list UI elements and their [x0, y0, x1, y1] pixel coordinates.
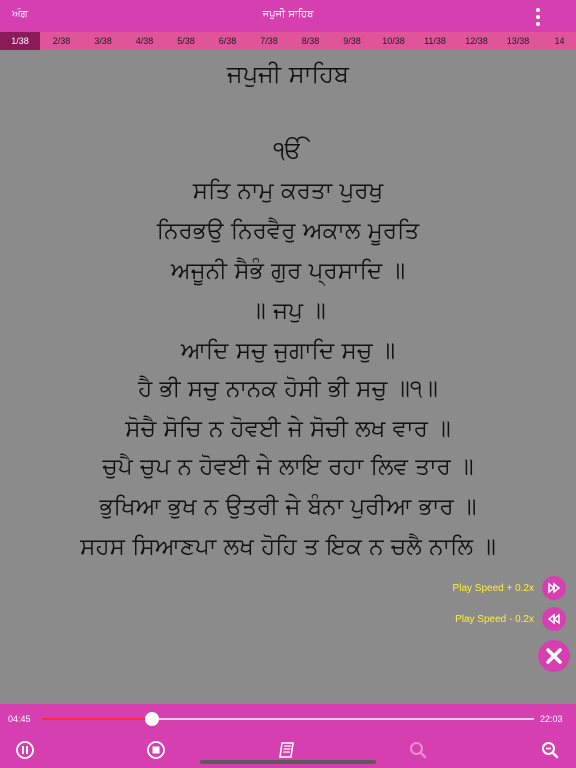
tab-6[interactable]: 6/38	[208, 32, 248, 50]
progress-fill	[42, 718, 152, 720]
tab-10[interactable]: 10/38	[374, 32, 414, 50]
pause-icon[interactable]	[11, 736, 39, 764]
elapsed-time: 04:45	[8, 714, 31, 724]
tab-9[interactable]: 9/38	[332, 32, 372, 50]
tab-12[interactable]: 12/38	[457, 32, 497, 50]
rewind-icon[interactable]	[542, 607, 566, 631]
tab-11[interactable]: 11/38	[415, 32, 455, 50]
close-icon[interactable]	[538, 640, 570, 672]
page-title: ਜਪੁਜੀ ਸਾਹਿਬ	[262, 9, 314, 20]
more-vertical-icon[interactable]	[530, 8, 546, 26]
tab-14[interactable]: 14	[540, 32, 576, 50]
tab-7[interactable]: 7/38	[249, 32, 289, 50]
fast-forward-icon[interactable]	[542, 576, 566, 600]
gurbani-line: ਸੋਚੈ ਸੋਚਿ ਨ ਹੋਵਈ ਜੇ ਸੋਚੀ ਲਖ ਵਾਰ ॥	[125, 416, 451, 442]
speed-up-row: Play Speed + 0.2x	[453, 576, 566, 600]
gurbani-line: ॥ ਜਪੁ ॥	[250, 298, 326, 324]
tab-3[interactable]: 3/38	[83, 32, 123, 50]
progress-slider[interactable]	[42, 712, 534, 726]
total-time: 22:03	[540, 714, 563, 724]
gurbani-line: ਸਹਸ ਸਿਆਣਪਾ ਲਖ ਹੋਹਿ ਤ ਇਕ ਨ ਚਲੈ ਨਾਲਿ ॥	[80, 534, 496, 560]
tab-5[interactable]: 5/38	[166, 32, 206, 50]
tab-4[interactable]: 4/38	[125, 32, 165, 50]
search-disabled-icon	[404, 736, 432, 764]
gurbani-line: ਭੁਖਿਆ ਭੁਖ ਨ ਉਤਰੀ ਜੇ ਬੰਨਾ ਪੁਰੀਆ ਭਾਰ ॥	[99, 494, 477, 520]
tab-13[interactable]: 13/38	[498, 32, 538, 50]
tab-1[interactable]: 1/38	[0, 32, 40, 50]
gurbani-line: ਆਦਿ ਸਚੁ ਜੁਗਾਦਿ ਸਚੁ ॥	[180, 338, 396, 364]
gurbani-line: ਚੁਪੈ ਚੁਪ ਨ ਹੋਵਈ ਜੇ ਲਾਇ ਰਹਾ ਲਿਵ ਤਾਰ ॥	[102, 454, 474, 480]
speed-down-label: Play Speed - 0.2x	[455, 613, 534, 625]
tab-8[interactable]: 8/38	[291, 32, 331, 50]
gurbani-content: ਜਪੁਜੀ ਸਾਹਿਬ ੴ ਸਤਿ ਨਾਮੁ ਕਰਤਾ ਪੁਰਖੁ ਨਿਰਭਉ ਨਿਰ…	[0, 50, 576, 700]
gurbani-line: ਨਿਰਭਉ ਨਿਰਵੈਰੁ ਅਕਾਲ ਮੂਰਤਿ	[156, 218, 420, 244]
speed-down-row: Play Speed - 0.2x	[455, 607, 566, 631]
stop-icon[interactable]	[142, 736, 170, 764]
top-bar: ਅੰਗ ਜਪੁਜੀ ਸਾਹਿਬ	[0, 0, 576, 32]
page-tabs: 1/38 2/38 3/38 4/38 5/38 6/38 7/38 8/38 9/38 10/3…	[0, 32, 576, 50]
progress-thumb[interactable]	[144, 712, 159, 726]
zoom-out-icon[interactable]	[536, 736, 564, 764]
gurbani-line: ਹੈ ਭੀ ਸਚੁ ਨਾਨਕ ਹੋਸੀ ਭੀ ਸਚੁ ॥੧॥	[138, 376, 438, 402]
gurbani-line: ੴ	[273, 136, 303, 164]
content-title: ਜਪੁਜੀ ਸਾਹਿਬ	[227, 60, 349, 88]
gurbani-line: ਅਜੂਨੀ ਸੈਭੰ ਗੁਰ ਪ੍ਰਸਾਦਿ ॥	[170, 258, 406, 284]
tab-2[interactable]: 2/38	[42, 32, 82, 50]
player-bar: 04:45 22:03	[0, 704, 576, 768]
speed-up-label: Play Speed + 0.2x	[452, 582, 534, 594]
gurbani-line: ਸਤਿ ਨਾਮੁ ਕਰਤਾ ਪੁਰਖੁ	[192, 178, 384, 204]
home-indicator	[200, 760, 376, 764]
